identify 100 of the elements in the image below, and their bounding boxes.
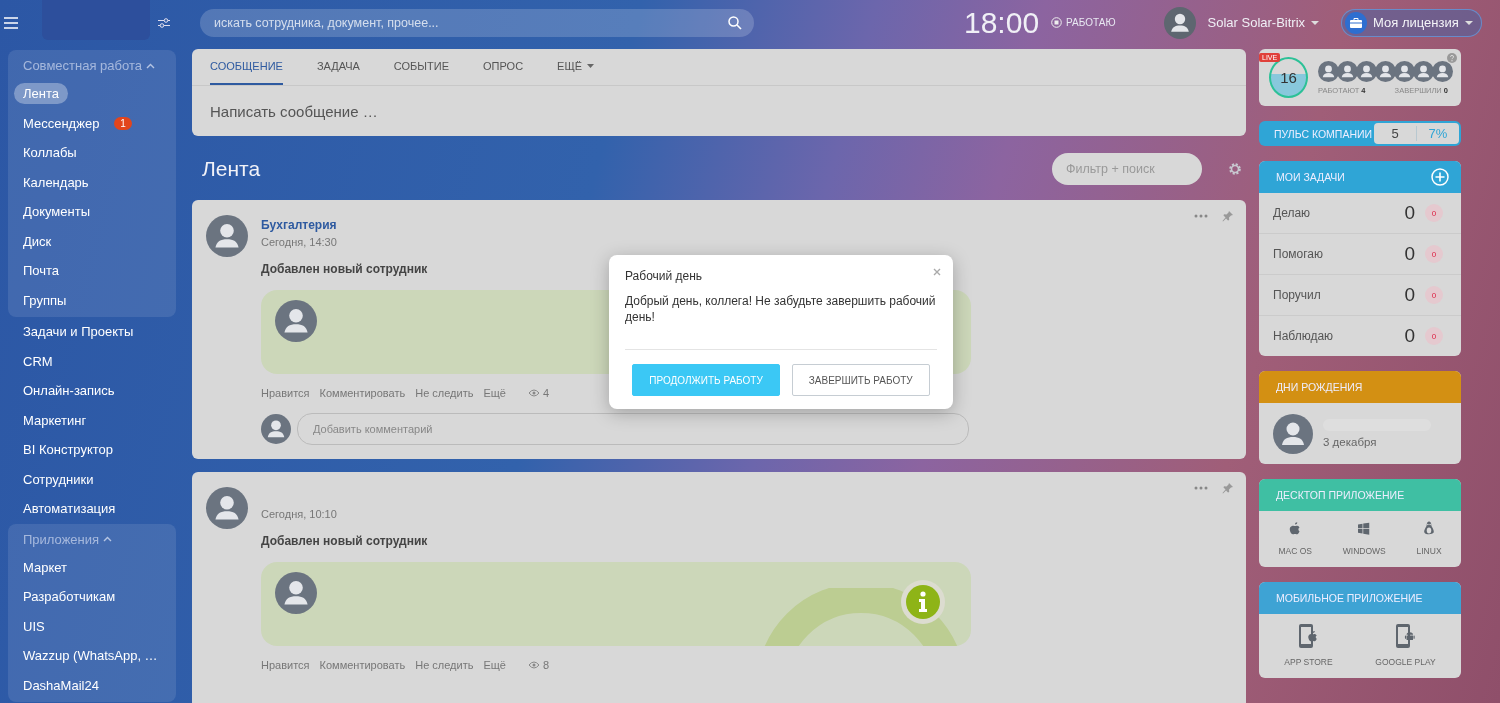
filter-field[interactable]: Фильтр + поиск xyxy=(1052,153,1202,185)
task-label[interactable]: Помогаю xyxy=(1273,247,1405,261)
sidebar-item[interactable]: Сотрудники xyxy=(14,468,103,490)
count-badge: 0 xyxy=(1425,327,1443,345)
sidebar-item[interactable]: Коллабы xyxy=(14,142,86,164)
sidebar-item[interactable]: Документы xyxy=(14,201,99,223)
composer-tab[interactable]: СОБЫТИЕ xyxy=(393,49,449,85)
post-action-link[interactable]: Нравится xyxy=(261,387,310,399)
post-time: Сегодня, 10:10 xyxy=(261,508,337,520)
composer-tab[interactable]: ЗАДАЧА xyxy=(316,49,360,85)
download-link[interactable]: APP STORE xyxy=(1278,622,1339,668)
avatar-icon xyxy=(1432,60,1453,82)
sidebar-item[interactable]: Календарь xyxy=(14,171,98,193)
task-count: 0 xyxy=(1404,325,1415,347)
avatar-icon xyxy=(261,414,291,444)
help-icon[interactable] xyxy=(1447,53,1457,63)
post-title: Добавлен новый сотрудник xyxy=(261,262,428,276)
stop-icon xyxy=(1051,17,1063,28)
post-author[interactable]: Бухгалтерия xyxy=(261,218,337,232)
clock: 18:00 xyxy=(964,5,1040,40)
sidebar-item[interactable]: Онлайн-запись xyxy=(14,380,124,402)
sidebar-item[interactable]: Маркет xyxy=(14,556,77,578)
sidebar-item[interactable]: Маркетинг xyxy=(14,409,96,431)
menu-icon[interactable] xyxy=(4,16,18,29)
eye-icon xyxy=(527,661,540,669)
avatar-icon xyxy=(275,572,317,614)
sidebar-item[interactable]: Автоматизация xyxy=(14,498,125,520)
work-status-button[interactable]: РАБОТАЮ xyxy=(1051,17,1116,28)
download-link[interactable]: LINUX xyxy=(1410,519,1448,557)
pin-icon[interactable] xyxy=(1222,482,1234,494)
caret-icon xyxy=(1311,20,1320,25)
sidebar-item[interactable]: Диск xyxy=(14,230,61,252)
post-time: Сегодня, 14:30 xyxy=(261,236,337,248)
avatar-icon xyxy=(1375,60,1396,82)
sidebar-item[interactable]: Разработчикам xyxy=(14,586,125,608)
add-icon[interactable] xyxy=(1431,168,1449,186)
post-action-link[interactable]: Нравится xyxy=(261,659,310,671)
count-badge: 0 xyxy=(1425,286,1443,304)
sidebar-item[interactable]: Wazzup (WhatsApp, … xyxy=(14,645,167,667)
comment-field[interactable]: Добавить комментарий xyxy=(297,413,969,445)
close-icon[interactable] xyxy=(933,268,941,276)
sidebar-item[interactable]: Почта xyxy=(14,260,69,282)
task-label[interactable]: Поручил xyxy=(1273,288,1405,302)
sidebar-item[interactable]: Мессенджер xyxy=(14,112,109,134)
post-action-link[interactable]: Не следить xyxy=(415,659,474,671)
count-badge: 1 xyxy=(114,116,132,130)
avatar-icon xyxy=(206,487,248,529)
task-count: 0 xyxy=(1404,284,1415,306)
avatar-icon xyxy=(1318,60,1339,82)
company-pulse-bar[interactable]: ПУЛЬС КОМПАНИИ 5 7% xyxy=(1259,121,1461,146)
post-action-link[interactable]: Комментировать xyxy=(319,659,406,671)
avatar-icon xyxy=(1413,60,1434,82)
widget-title: МОИ ЗАДАЧИ xyxy=(1276,171,1346,183)
user-menu[interactable]: Solar Solar-Bitrix xyxy=(1207,15,1320,30)
user-avatar-icon xyxy=(1163,6,1196,39)
widget-title: МОБИЛЬНОЕ ПРИЛОЖЕНИЕ xyxy=(1276,592,1424,604)
count-badge: 0 xyxy=(1425,204,1443,222)
more-icon[interactable] xyxy=(1194,486,1208,490)
post-action-link[interactable]: Ещё xyxy=(483,387,506,399)
caret-icon xyxy=(1464,20,1473,25)
search-icon[interactable] xyxy=(728,15,742,30)
group-title[interactable]: Совместная работа xyxy=(23,58,142,73)
search-input[interactable]: искать сотрудника, документ, прочее... xyxy=(212,14,728,31)
avatar-icon xyxy=(206,215,248,257)
task-label[interactable]: Наблюдаю xyxy=(1273,329,1405,343)
sidebar-item[interactable]: DashaMail24 xyxy=(14,674,108,696)
more-icon[interactable] xyxy=(1194,214,1208,218)
search-field[interactable]: искать сотрудника, документ, прочее... xyxy=(200,8,754,37)
download-link[interactable]: MAC OS xyxy=(1272,519,1318,557)
task-label[interactable]: Делаю xyxy=(1273,206,1405,220)
widget-title: ДНИ РОЖДЕНИЯ xyxy=(1276,381,1364,393)
download-link[interactable]: WINDOWS xyxy=(1336,519,1392,557)
widget-title: ДЕСКТОП ПРИЛОЖЕНИЕ xyxy=(1276,489,1406,501)
sidebar-item[interactable]: Лента xyxy=(14,83,68,105)
sidebar-item[interactable]: Задачи и Проекты xyxy=(14,321,143,343)
sidebar-item[interactable]: UIS xyxy=(14,615,54,637)
composer-tab[interactable]: ЕЩЁ xyxy=(557,49,595,85)
post-action-link[interactable]: Ещё xyxy=(483,659,506,671)
download-link[interactable]: GOOGLE PLAY xyxy=(1369,622,1442,668)
page-title: Лента xyxy=(202,157,262,181)
pulse-percent: 7% xyxy=(1416,126,1459,141)
dialog-message: Добрый день, коллега! Не забудьте завершить рабочий день! xyxy=(625,293,937,350)
group-title[interactable]: Приложения xyxy=(23,531,100,547)
sidebar-item[interactable]: CRM xyxy=(14,350,62,372)
sidebar-item[interactable]: BI Конструктор xyxy=(14,439,123,461)
post-title: Добавлен новый сотрудник xyxy=(261,534,428,548)
settings-sliders-icon[interactable] xyxy=(158,17,170,28)
eye-icon xyxy=(527,389,540,397)
license-button[interactable]: Моя лицензия xyxy=(1341,8,1482,37)
task-count: 0 xyxy=(1404,202,1415,224)
composer-tab[interactable]: ОПРОС xyxy=(483,49,524,85)
sidebar-item[interactable]: Группы xyxy=(14,289,76,311)
briefcase-icon xyxy=(1350,17,1363,28)
post-action-link[interactable]: Комментировать xyxy=(319,387,406,399)
settings-icon[interactable] xyxy=(1228,162,1242,176)
message-field[interactable]: Написать сообщение … xyxy=(192,86,1246,136)
pin-icon[interactable] xyxy=(1222,210,1234,222)
view-count: 4 xyxy=(542,387,550,399)
post-action-link[interactable]: Не следить xyxy=(415,387,474,399)
finish-button[interactable]: ЗАВЕРШИТЬ РАБОТУ xyxy=(791,364,930,396)
